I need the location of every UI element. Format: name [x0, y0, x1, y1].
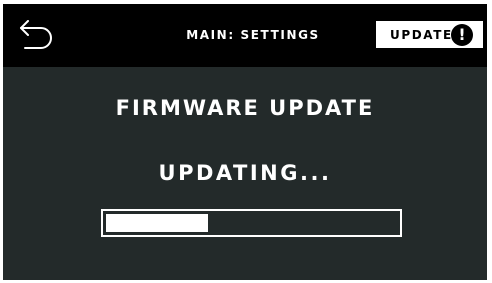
- back-arrow-icon: [20, 20, 52, 49]
- update-button[interactable]: UPDATE !: [376, 21, 483, 48]
- exclamation-circle-icon: !: [451, 24, 473, 46]
- device-screen: MAIN: SETTINGS UPDATE ! FIRMWARE UPDATE …: [3, 4, 487, 280]
- top-bar: MAIN: SETTINGS UPDATE !: [3, 4, 487, 67]
- progress-fill: [106, 214, 208, 232]
- status-text: UPDATING...: [158, 161, 332, 185]
- progress-bar: [101, 209, 402, 237]
- update-button-label: UPDATE: [390, 28, 453, 42]
- breadcrumb: MAIN: SETTINGS: [186, 28, 320, 42]
- back-button[interactable]: [17, 20, 57, 52]
- page-title: FIRMWARE UPDATE: [115, 96, 375, 120]
